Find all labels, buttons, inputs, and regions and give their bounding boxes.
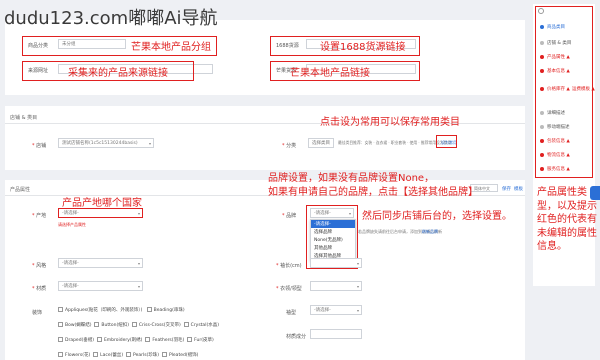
sleeve-type-label: 袖型 bbox=[286, 310, 297, 316]
sidebar-item[interactable]: 移动端描述 bbox=[540, 124, 570, 130]
annotation-sidebar-line: 型，以及提示 bbox=[537, 200, 597, 212]
fabric-input[interactable] bbox=[310, 329, 362, 339]
chevron-down-icon: ▾ bbox=[148, 141, 151, 146]
material-select[interactable]: -请选择- ▾ bbox=[58, 281, 143, 291]
decor-label: 装饰 bbox=[32, 310, 43, 316]
sidebar-item[interactable]: 店铺 & 类目 bbox=[540, 40, 571, 46]
status-dot-icon bbox=[540, 138, 544, 143]
origin-label: * 产地 bbox=[32, 213, 47, 219]
decor-checkbox[interactable]: Feathers(羽毛) bbox=[145, 337, 184, 343]
sidebar-item[interactable]: 详细描述 bbox=[540, 110, 565, 116]
collar-label: * 衣领/领型 bbox=[276, 286, 302, 292]
sleeve-length-label: * 袖长(cm) bbox=[276, 263, 302, 269]
category-section-title: 店铺 & 类目 bbox=[10, 115, 38, 121]
status-dot-icon bbox=[540, 24, 544, 29]
annotation-sync: 然后同步店铺后台的，选择设置。 bbox=[362, 211, 512, 222]
attributes-section-title: 产品属性 bbox=[10, 187, 31, 193]
decor-option-row: Draped(垂褶) Embroidery(刺绣) Feathers(羽毛) F… bbox=[58, 337, 214, 343]
annotation-brand: 品牌设置，如果没有品牌设置None， 如果有申请自己的品牌，点击【选择其他品牌】 bbox=[268, 172, 478, 199]
decor-checkbox[interactable]: Pleated(褶饰) bbox=[161, 352, 198, 358]
decor-checkbox[interactable]: Appliques(贴花（印刷的、外观装饰）) bbox=[58, 307, 142, 313]
decor-option-row: Bow(蝴蝶结) Button(纽扣) Criss-Cross(交叉带) Cry… bbox=[58, 322, 219, 328]
annotation-huoyuan: 设置1688货源链接 bbox=[320, 42, 406, 53]
sidebar-item[interactable]: 基本信息 ▲ bbox=[540, 68, 570, 74]
sidebar-item[interactable]: 产品属性 ▲ bbox=[540, 54, 570, 60]
top-info-panel bbox=[5, 20, 525, 95]
annotation-sidebar-line: 信息。 bbox=[537, 241, 567, 252]
style-select[interactable]: -请选择- ▾ bbox=[58, 258, 143, 268]
decor-checkbox[interactable]: Criss-Cross(交叉带) bbox=[131, 322, 181, 328]
template-link[interactable]: 模板 bbox=[514, 186, 523, 192]
category-hint: 最佳类目推荐：女装 · 连衣裙 · 职业套装 · 使用 · 推荐常用设为常用 bbox=[338, 140, 452, 145]
status-dot-icon bbox=[540, 166, 544, 171]
chevron-down-icon: ▾ bbox=[356, 261, 359, 266]
origin-error: 请选择产品属性 bbox=[58, 222, 86, 227]
annotation-brand-line: 如果有申请自己的品牌，点击【选择其他品牌】 bbox=[268, 186, 478, 198]
save-template-button[interactable]: 保存 bbox=[502, 186, 511, 192]
chevron-down-icon: ▾ bbox=[356, 284, 359, 289]
status-dot-icon bbox=[540, 68, 544, 73]
sleeve-type-select[interactable]: -请选择- ▾ bbox=[310, 305, 362, 315]
status-dot-icon bbox=[540, 40, 544, 45]
decor-checkbox[interactable]: Beading(串珠) bbox=[146, 307, 185, 313]
decor-option-row: Appliques(贴花（印刷的、外观装饰）) Beading(串珠) bbox=[58, 307, 185, 313]
store-select[interactable]: 测试店铺名称(1c5c15130244basis) ▾ bbox=[58, 138, 154, 148]
category-select[interactable]: 选择类目 bbox=[308, 138, 334, 148]
style-label: * 风格 bbox=[32, 263, 47, 269]
watermark: dudu123.com嘟嘟Ai导航 bbox=[4, 8, 218, 29]
sidebar-item[interactable]: 包装信息 ▲ bbox=[540, 138, 570, 144]
annotation-set-common: 点击设为常用可以保存常用类目 bbox=[320, 117, 460, 128]
decor-checkbox[interactable]: Bow(蝴蝶结) bbox=[58, 322, 92, 328]
chevron-down-icon: ▾ bbox=[137, 261, 140, 266]
annotation-sidebar-line: 红色的代表有 bbox=[537, 214, 597, 225]
decor-checkbox[interactable]: Draped(垂褶) bbox=[58, 337, 94, 343]
category-select-label: * 分类 bbox=[282, 143, 297, 149]
chevron-down-icon: ▾ bbox=[356, 308, 359, 313]
store-label: * 店铺 bbox=[32, 143, 47, 149]
origin-select[interactable]: -请选择- ▾ bbox=[58, 208, 143, 218]
material-label: * 材质 bbox=[32, 286, 47, 292]
decor-checkbox[interactable]: Lace(蕾丝) bbox=[93, 352, 123, 358]
decor-checkbox[interactable]: Button(纽扣) bbox=[94, 322, 129, 328]
decor-option-row: Flowers(花) Lace(蕾丝) Pearls(珍珠) Pleated(褶… bbox=[58, 352, 198, 358]
status-dot-icon bbox=[540, 86, 544, 91]
status-dot-icon bbox=[540, 152, 544, 157]
sidebar-item[interactable]: 价格库存 ▲ bbox=[540, 86, 570, 92]
annotation-source: 采集来的产品来源链接 bbox=[68, 68, 168, 79]
annotation-origin: 产品产地哪个国家 bbox=[62, 198, 142, 209]
chevron-down-icon: ▾ bbox=[137, 284, 140, 289]
fabric-label: 材质成分 bbox=[286, 334, 307, 340]
decor-checkbox[interactable]: Flowers(花) bbox=[58, 352, 90, 358]
annotation-sidebar-line: 未编辑的属性 bbox=[537, 227, 597, 239]
sidebar-item[interactable]: 物流信息 ▲ bbox=[540, 152, 570, 158]
decor-checkbox[interactable]: Fur(皮草) bbox=[187, 337, 214, 343]
brand-label: * 品牌 bbox=[282, 213, 297, 219]
annotation-mangguo: 芒果本地产品链接 bbox=[290, 68, 370, 79]
sleeve-length-select[interactable]: ▾ bbox=[310, 258, 362, 268]
chat-help-button[interactable] bbox=[590, 186, 600, 200]
status-dot-icon bbox=[540, 124, 544, 129]
annotation-brand-line: 品牌设置，如果没有品牌设置None， bbox=[268, 173, 435, 184]
sidebar-item[interactable]: 服务信息 ▲ bbox=[540, 166, 570, 172]
collar-select[interactable]: ▾ bbox=[310, 281, 362, 291]
annotation-sidebar-line: 产品属性类 bbox=[537, 187, 587, 198]
decor-checkbox[interactable]: Crystal(水晶) bbox=[183, 322, 219, 328]
sidebar-ship-link[interactable]: 运费模板 ▲ bbox=[572, 86, 595, 92]
decor-checkbox[interactable]: Pearls(珍珠) bbox=[126, 352, 159, 358]
status-dot-icon bbox=[540, 54, 544, 59]
annotation-category: 芒果本地产品分组 bbox=[131, 42, 211, 53]
chevron-down-icon: ▾ bbox=[137, 211, 140, 216]
decor-checkbox[interactable]: Embroidery(刺绣) bbox=[96, 337, 142, 343]
status-dot-icon bbox=[540, 110, 544, 115]
refresh-brand-link[interactable]: 刷新品牌 bbox=[422, 229, 438, 235]
sidebar-item[interactable]: 商品类目 bbox=[540, 24, 565, 30]
annotation-box-set-common bbox=[436, 135, 457, 148]
annotation-sidebar: 产品属性类 型，以及提示 红色的代表有 未编辑的属性 信息。 bbox=[537, 186, 597, 254]
